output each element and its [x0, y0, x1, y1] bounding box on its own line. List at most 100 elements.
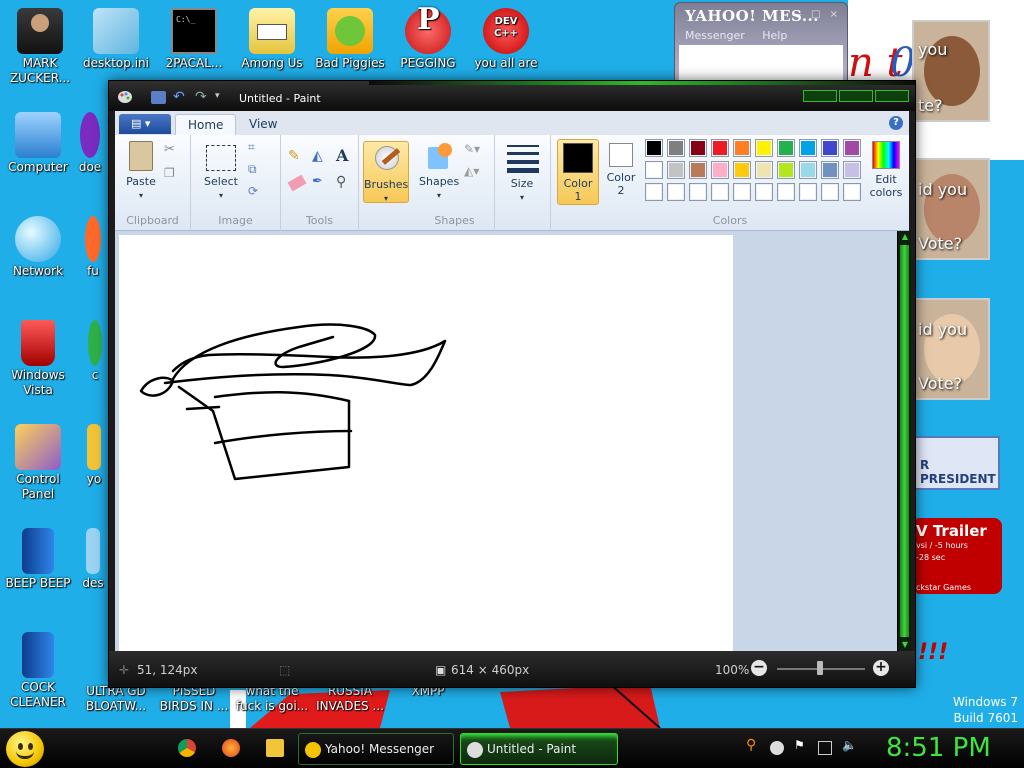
- palette-swatch[interactable]: [755, 139, 773, 157]
- desktop-icon-network[interactable]: Network: [0, 216, 76, 279]
- redo-icon[interactable]: ↷: [195, 90, 210, 104]
- magnifier-icon[interactable]: ⚲: [335, 173, 355, 193]
- help-icon[interactable]: ?: [889, 116, 903, 130]
- palette-swatch[interactable]: [689, 183, 707, 201]
- taskbar-clock[interactable]: 8:51 PM: [886, 733, 991, 763]
- zoom-in-button[interactable]: +: [873, 660, 889, 676]
- desktop-icon-partial-fu[interactable]: fu: [78, 216, 108, 279]
- desktop-icon-cock-cleaner[interactable]: COCK CLEANER: [0, 632, 76, 710]
- text-icon[interactable]: A: [335, 145, 355, 165]
- zoom-slider-thumb[interactable]: [817, 661, 823, 675]
- desktop-icon-partial-doe[interactable]: doe: [72, 112, 108, 175]
- menu-messenger[interactable]: Messenger: [685, 29, 745, 42]
- messenger-tray-icon[interactable]: [770, 741, 784, 755]
- taskbar-yahoo-messenger[interactable]: Yahoo! Messenger: [298, 733, 454, 765]
- paste-button[interactable]: Paste ▾: [123, 141, 159, 202]
- palette-swatch[interactable]: [843, 139, 861, 157]
- palette-swatch[interactable]: [755, 183, 773, 201]
- drawing-canvas[interactable]: [119, 235, 733, 651]
- palette-swatch[interactable]: [733, 139, 751, 157]
- desktop-icon-partial-yo[interactable]: yo: [80, 424, 108, 487]
- palette-swatch[interactable]: [843, 183, 861, 201]
- minimize-button[interactable]: [803, 90, 837, 102]
- desktop-icon-windows-vista[interactable]: Windows Vista: [0, 320, 76, 398]
- select-button[interactable]: Select ▾: [201, 145, 241, 202]
- shapes-button[interactable]: Shapes ▾: [419, 141, 459, 202]
- paint-menu-button[interactable]: ▤ ▾: [119, 114, 171, 134]
- undo-icon[interactable]: ↶: [173, 90, 188, 104]
- quick-access-dropdown-icon[interactable]: ▾: [215, 91, 230, 104]
- crop-icon[interactable]: ⌗: [247, 139, 267, 159]
- scroll-up-icon[interactable]: ▲: [900, 232, 910, 242]
- palette-swatch[interactable]: [821, 183, 839, 201]
- color2-button[interactable]: Color 2: [601, 143, 641, 197]
- ad-photo-3[interactable]: id you Vote?: [912, 298, 990, 400]
- maximize-button[interactable]: [839, 90, 873, 102]
- palette-swatch[interactable]: [733, 161, 751, 179]
- save-icon[interactable]: [151, 91, 166, 104]
- desktop-icon-beep-beep[interactable]: BEEP BEEP: [0, 528, 76, 591]
- palette-swatch[interactable]: [777, 139, 795, 157]
- palette-swatch[interactable]: [711, 139, 729, 157]
- ad-photo-1[interactable]: you te?: [912, 20, 990, 122]
- search-tray-icon[interactable]: ⚲: [746, 737, 760, 753]
- paint-titlebar[interactable]: ↶ ↷ ▾ Untitled - Paint: [109, 81, 915, 111]
- palette-swatch[interactable]: [711, 161, 729, 179]
- ad-trailer-banner[interactable]: V Trailer vsi / -5 hours -28 sec ckstar …: [912, 518, 1002, 594]
- volume-icon[interactable]: 🔈: [842, 738, 857, 752]
- palette-swatch[interactable]: [799, 139, 817, 157]
- pencil-icon[interactable]: ✎: [287, 147, 307, 167]
- scroll-thumb[interactable]: [900, 245, 909, 637]
- resize-icon[interactable]: ⧉: [247, 161, 267, 181]
- palette-swatch[interactable]: [667, 161, 685, 179]
- palette-swatch[interactable]: [755, 161, 773, 179]
- desktop-icon-control-panel[interactable]: Control Panel: [0, 424, 76, 502]
- palette-swatch[interactable]: [799, 183, 817, 201]
- desktop-icon-desktop-ini[interactable]: desktop.ini: [78, 8, 154, 71]
- color-picker-icon[interactable]: ✒: [311, 173, 331, 193]
- desktop-icon-you-all-are[interactable]: DEV C++ you all are: [468, 8, 544, 71]
- eraser-icon[interactable]: [287, 173, 307, 193]
- close-button[interactable]: [875, 90, 909, 102]
- palette-swatch[interactable]: [799, 161, 817, 179]
- zoom-out-button[interactable]: −: [751, 660, 767, 676]
- desktop-icon-russia[interactable]: RUSSIA INVADES ...: [312, 684, 388, 714]
- palette-swatch[interactable]: [821, 161, 839, 179]
- palette-swatch[interactable]: [843, 161, 861, 179]
- palette-swatch[interactable]: [777, 161, 795, 179]
- scroll-down-icon[interactable]: ▼: [900, 640, 910, 650]
- outline-icon[interactable]: ✎▾: [463, 141, 483, 161]
- explorer-folder-icon[interactable]: [266, 739, 284, 757]
- copy-icon[interactable]: ❐: [163, 165, 183, 185]
- size-button[interactable]: Size ▾: [501, 143, 543, 204]
- menu-help[interactable]: Help: [762, 29, 787, 42]
- ad-photo-2[interactable]: id you Vote?: [912, 158, 990, 260]
- desktop-icon-partial-des[interactable]: des: [78, 528, 108, 591]
- palette-swatch[interactable]: [645, 139, 663, 157]
- tab-home[interactable]: Home: [175, 114, 237, 135]
- palette-swatch[interactable]: [733, 183, 751, 201]
- palette-swatch[interactable]: [689, 139, 707, 157]
- desktop-icon-ultra-gd[interactable]: ULTRA GD BLOATW...: [78, 684, 154, 714]
- brushes-button[interactable]: Brushes ▾: [363, 141, 409, 203]
- palette-swatch[interactable]: [711, 183, 729, 201]
- yahoo-messenger-window[interactable]: YAHOO! MES... – □ × Messenger Help: [674, 2, 848, 82]
- chrome-icon[interactable]: [178, 739, 196, 757]
- palette-swatch[interactable]: [667, 183, 685, 201]
- desktop-icon-2pacal[interactable]: C:\_ 2PACAL...: [156, 8, 232, 71]
- firefox-icon[interactable]: [222, 739, 240, 757]
- desktop-icon-pissed-birds[interactable]: PISSED BIRDS IN ...: [156, 684, 232, 714]
- paint-window[interactable]: ↶ ↷ ▾ Untitled - Paint ▤ ▾ Home View ? P…: [108, 80, 916, 688]
- palette-swatch[interactable]: [667, 139, 685, 157]
- rotate-icon[interactable]: ⟳: [247, 183, 267, 203]
- desktop-icon-bad-piggies[interactable]: Bad Piggies: [312, 8, 388, 71]
- taskbar-paint[interactable]: Untitled - Paint: [460, 733, 618, 765]
- ad-president-banner[interactable]: R PRESIDENT: [912, 436, 1000, 490]
- network-tray-icon[interactable]: [818, 741, 832, 755]
- color1-button[interactable]: Color 1: [557, 139, 599, 205]
- start-button[interactable]: [6, 731, 44, 767]
- desktop-icon-among-us[interactable]: Among Us: [234, 8, 310, 71]
- desktop-icon-partial-c[interactable]: c: [82, 320, 108, 383]
- cut-icon[interactable]: ✂: [163, 141, 183, 161]
- desktop-icon-mark-zucker[interactable]: MARK ZUCKER...: [2, 8, 78, 86]
